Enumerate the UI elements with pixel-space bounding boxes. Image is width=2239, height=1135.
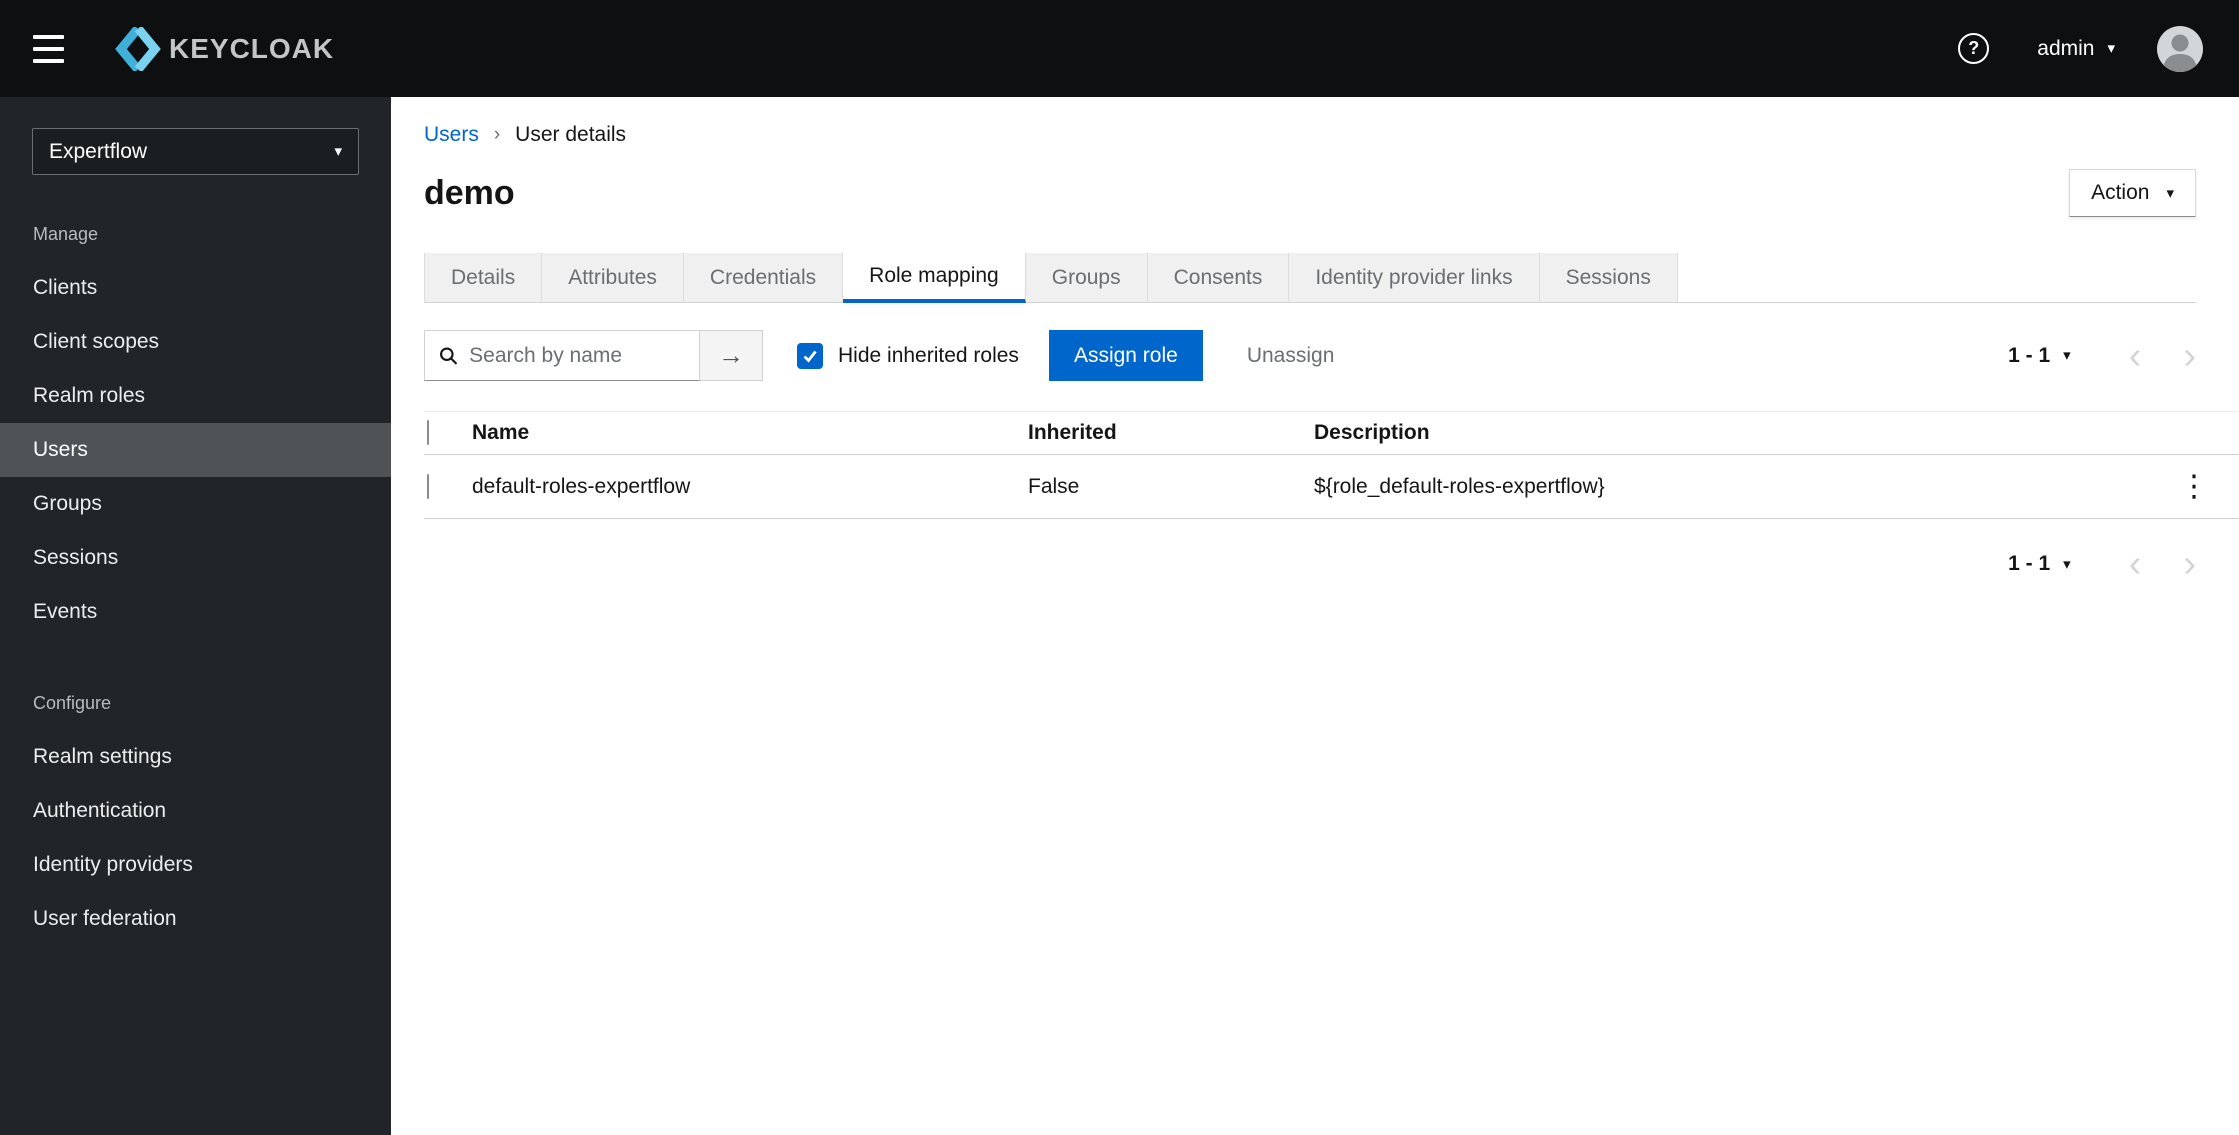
hamburger-bar: [33, 58, 64, 63]
caret-down-icon: ▾: [2063, 347, 2071, 364]
sidebar: Expertflow ▾ Manage Clients Client scope…: [0, 97, 391, 1135]
keycloak-logo-icon: [115, 26, 161, 71]
chevron-right-icon: ›: [2183, 543, 2196, 585]
search-submit-button[interactable]: →: [700, 330, 763, 381]
check-icon: [803, 350, 817, 363]
pagination-top-range: 1 - 1: [2008, 343, 2051, 367]
hide-inherited-roles-label: Hide inherited roles: [838, 343, 1019, 367]
nav-section-configure-label: Configure: [33, 693, 112, 713]
sidebar-item-sessions[interactable]: Sessions: [0, 531, 391, 585]
caret-down-icon: ▾: [2063, 555, 2071, 573]
nav-section-configure: Configure Realm settings Authentication …: [0, 693, 391, 946]
chevron-left-icon: ‹: [2128, 334, 2142, 377]
realm-name: Expertflow: [49, 139, 148, 163]
sidebar-item-realm-settings[interactable]: Realm settings: [0, 730, 391, 784]
unassign-button[interactable]: Unassign: [1247, 344, 1335, 368]
kebab-icon: ⋮: [2179, 469, 2209, 503]
role-mapping-table: Name Inherited Description default-roles…: [424, 411, 2239, 519]
sidebar-item-groups[interactable]: Groups: [0, 477, 391, 531]
pagination-top-next-button[interactable]: ›: [2183, 337, 2196, 375]
brand-text: KEYCLOAK: [169, 32, 335, 64]
hamburger-menu-button[interactable]: [33, 31, 77, 67]
tab-attributes[interactable]: Attributes: [542, 253, 684, 303]
role-mapping-toolbar: → Hide inherited roles Assign role Unass…: [424, 330, 2196, 381]
role-name-cell: default-roles-expertflow: [472, 454, 1028, 519]
sidebar-item-clients[interactable]: Clients: [0, 261, 391, 315]
main-content: Users › User details demo Action ▾ Detai…: [391, 97, 2239, 1135]
caret-down-icon: ▾: [2107, 40, 2115, 57]
tabs: Details Attributes Credentials Role mapp…: [424, 253, 2196, 303]
table-header-row: Name Inherited Description: [424, 411, 2239, 455]
kebab-menu-button[interactable]: ⋮: [2175, 469, 2213, 503]
pagination-top-menu-button[interactable]: 1 - 1 ▾: [2008, 344, 2071, 368]
tab-consents[interactable]: Consents: [1147, 253, 1290, 303]
chevron-right-icon: ›: [2183, 334, 2196, 377]
breadcrumb-separator-icon: ›: [493, 124, 501, 145]
sidebar-item-users[interactable]: Users: [0, 423, 391, 477]
help-button[interactable]: ?: [1958, 33, 1990, 64]
search-group: →: [424, 330, 763, 381]
username: admin: [2037, 36, 2095, 60]
keycloak-logo: KEYCLOAK: [111, 26, 335, 71]
tab-role-mapping[interactable]: Role mapping: [843, 253, 1026, 303]
nav-section-manage: Manage Clients Client scopes Realm roles…: [0, 224, 391, 639]
pagination-top-previous-button[interactable]: ‹: [2129, 337, 2142, 375]
user-avatar-icon: [2163, 34, 2197, 72]
description-cell: ${role_default-roles-expertflow}: [1314, 454, 2169, 519]
search-icon: [440, 346, 458, 365]
column-header-inherited: Inherited: [1028, 411, 1314, 455]
breadcrumb-current: User details: [515, 123, 627, 146]
caret-down-icon: ▾: [334, 143, 342, 160]
hamburger-bar: [33, 46, 64, 51]
inherited-cell: False: [1028, 454, 1314, 519]
action-dropdown-button[interactable]: Action ▾: [2069, 169, 2196, 217]
pagination-bottom-wrap: 1 - 1 ▾ ‹ ›: [424, 545, 2196, 583]
sidebar-item-authentication[interactable]: Authentication: [0, 784, 391, 838]
avatar[interactable]: [2157, 25, 2203, 72]
tab-groups[interactable]: Groups: [1025, 253, 1148, 303]
tab-credentials[interactable]: Credentials: [683, 253, 844, 303]
row-checkbox[interactable]: [427, 473, 429, 499]
assign-role-button[interactable]: Assign role: [1048, 330, 1203, 381]
sidebar-item-user-federation[interactable]: User federation: [0, 892, 391, 946]
column-header-description: Description: [1314, 411, 2169, 455]
pagination-top: 1 - 1 ▾ ‹ ›: [2008, 337, 2196, 375]
caret-down-icon: ▾: [2166, 184, 2174, 202]
help-icon: ?: [1958, 33, 1990, 64]
tab-sessions[interactable]: Sessions: [1539, 253, 1678, 303]
sidebar-item-events[interactable]: Events: [0, 585, 391, 639]
nav-section-manage-label: Manage: [33, 224, 99, 244]
breadcrumb-users-link[interactable]: Users: [424, 123, 479, 147]
pagination-bottom-next-button[interactable]: ›: [2183, 545, 2196, 583]
sidebar-item-client-scopes[interactable]: Client scopes: [0, 315, 391, 369]
tab-details[interactable]: Details: [424, 253, 543, 303]
hide-inherited-roles-checkbox[interactable]: Hide inherited roles: [797, 342, 1019, 369]
search-input[interactable]: [469, 343, 699, 368]
pagination-bottom: 1 - 1 ▾ ‹ ›: [2008, 545, 2196, 583]
checkbox-checked-icon: [797, 342, 823, 369]
topbar: KEYCLOAK ? admin ▾: [0, 0, 2239, 97]
search-box: [424, 330, 700, 381]
action-label: Action: [2091, 181, 2150, 204]
realm-selector[interactable]: Expertflow ▾: [32, 128, 359, 175]
pagination-bottom-menu-button[interactable]: 1 - 1 ▾: [2008, 552, 2071, 576]
column-header-name: Name: [472, 411, 1028, 455]
tab-identity-provider-links[interactable]: Identity provider links: [1289, 253, 1540, 303]
pagination-bottom-range: 1 - 1: [2008, 552, 2051, 575]
title-row: demo Action ▾: [424, 169, 2196, 217]
sidebar-item-realm-roles[interactable]: Realm roles: [0, 369, 391, 423]
select-all-checkbox[interactable]: [427, 420, 429, 445]
pagination-bottom-previous-button[interactable]: ‹: [2129, 545, 2142, 583]
chevron-left-icon: ‹: [2128, 543, 2142, 585]
page-title: demo: [424, 173, 515, 212]
table-row: default-roles-expertflow False ${role_de…: [424, 454, 2239, 519]
arrow-right-icon: →: [718, 340, 744, 370]
tabs-filler: [1677, 253, 2196, 303]
hamburger-bar: [33, 34, 64, 39]
breadcrumb: Users › User details: [424, 121, 2196, 149]
sidebar-item-identity-providers[interactable]: Identity providers: [0, 838, 391, 892]
user-menu-button[interactable]: admin ▾: [2037, 37, 2115, 61]
